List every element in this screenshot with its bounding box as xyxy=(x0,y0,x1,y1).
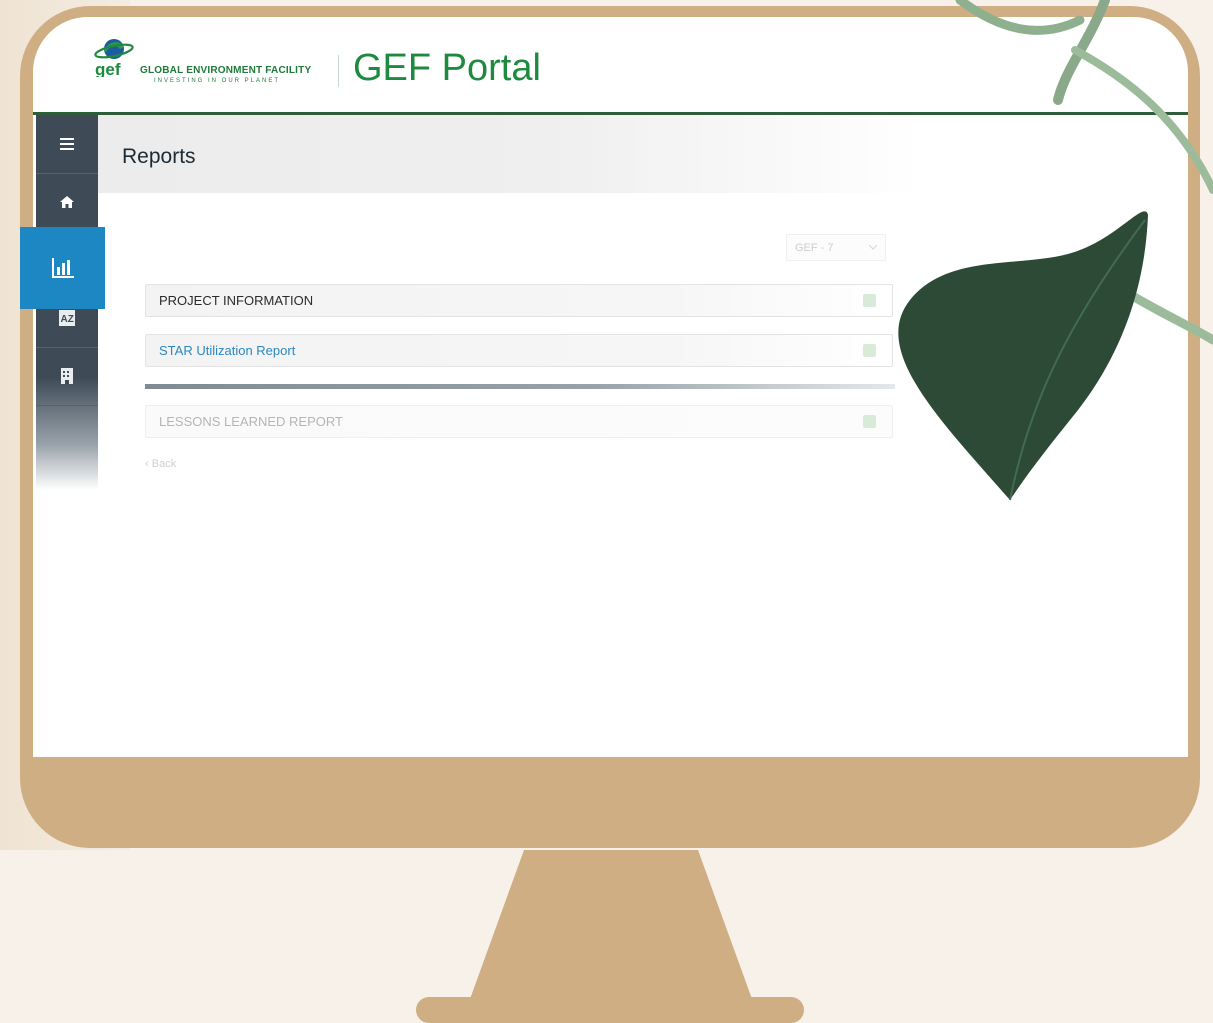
gef-logo-icon[interactable]: gef xyxy=(90,35,138,77)
monitor-stand-base xyxy=(416,997,804,1023)
page-title: Reports xyxy=(122,145,196,168)
az-icon-label: AZ xyxy=(61,314,74,325)
page-title-band xyxy=(98,115,923,193)
menu-icon xyxy=(60,138,74,150)
report-lessons-learned[interactable]: LESSONS LEARNED REPORT xyxy=(145,405,893,438)
reports-chart-icon xyxy=(51,258,74,278)
report-label: LESSONS LEARNED REPORT xyxy=(159,414,343,429)
excel-icon[interactable] xyxy=(863,294,876,307)
az-dictionary-icon: AZ xyxy=(59,310,75,326)
gef-period-value: GEF - 7 xyxy=(795,241,834,254)
back-link[interactable]: ‹ Back xyxy=(145,458,176,470)
org-name: GLOBAL ENVIRONMENT FACILITY xyxy=(140,65,312,76)
sidebar-item-home[interactable] xyxy=(36,173,98,232)
section-separator xyxy=(145,384,895,389)
plant-decoration xyxy=(898,0,1213,501)
excel-icon[interactable] xyxy=(863,344,876,357)
report-star-utilization[interactable]: STAR Utilization Report xyxy=(145,334,893,367)
gef-logo-letters: gef xyxy=(95,60,121,77)
monitor-stand-neck xyxy=(466,850,756,1010)
sidebar-item-menu[interactable] xyxy=(36,115,98,174)
sidebar-item-documents[interactable] xyxy=(36,347,98,406)
report-project-information[interactable]: PROJECT INFORMATION xyxy=(145,284,893,317)
chevron-down-icon xyxy=(869,245,877,250)
report-label: STAR Utilization Report xyxy=(159,343,296,358)
org-tagline: INVESTING IN OUR PLANET xyxy=(154,78,281,84)
gef-period-select[interactable]: GEF - 7 xyxy=(786,234,886,261)
home-icon xyxy=(60,196,74,208)
app-title[interactable]: GEF Portal xyxy=(353,47,541,90)
back-link-label: Back xyxy=(151,458,177,470)
header-divider xyxy=(338,55,339,87)
sidebar-item-reports-active[interactable] xyxy=(20,227,105,309)
document-icon xyxy=(61,368,73,384)
excel-icon[interactable] xyxy=(863,415,876,428)
report-label: PROJECT INFORMATION xyxy=(159,293,314,308)
